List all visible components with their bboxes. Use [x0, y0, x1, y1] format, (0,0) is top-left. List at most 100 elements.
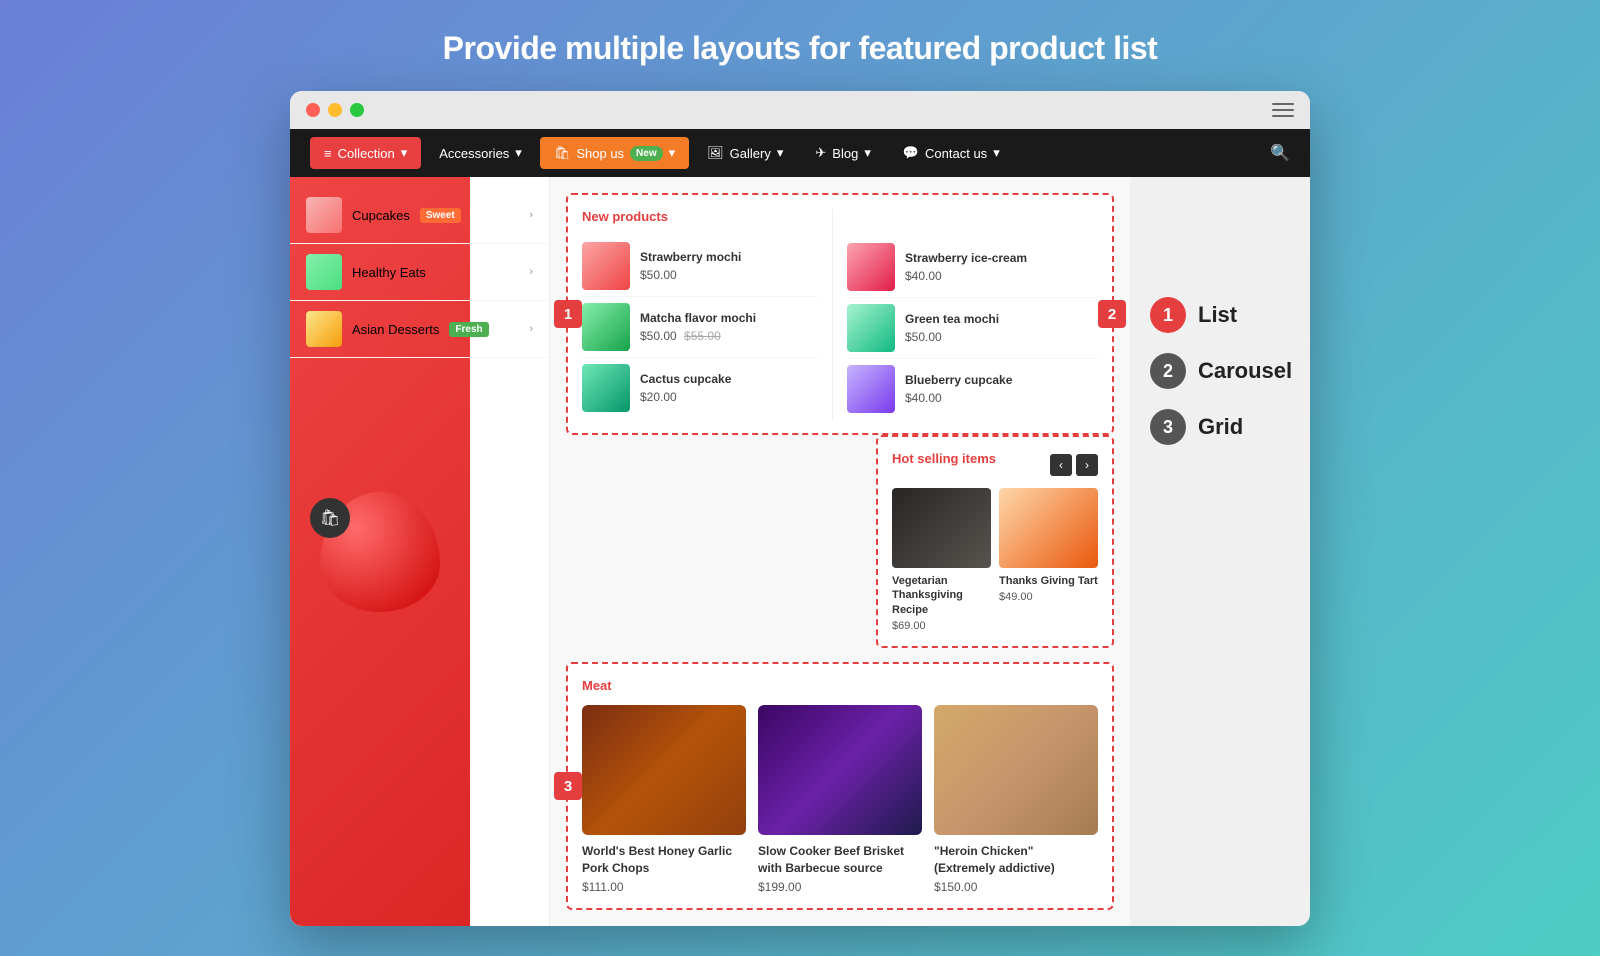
gallery-icon: 🖼	[707, 145, 724, 161]
sidebar-item-label: Asian Desserts	[352, 322, 439, 337]
right-panel: 1 List 2 Carousel 3 Grid	[1130, 177, 1310, 926]
minimize-dot[interactable]	[328, 103, 342, 117]
shop-icon: 🛍	[554, 145, 571, 161]
hot-item-thanksgiving[interactable]: Vegetarian Thanksgiving Recipe $69.00	[892, 488, 991, 632]
cactus-thumb	[582, 364, 630, 412]
chevron-down-icon: ▾	[864, 145, 871, 161]
sidebar-item-label: Cupcakes	[352, 208, 410, 223]
product-item-cactus[interactable]: Cactus cupcake $20.00	[582, 358, 818, 418]
close-dot[interactable]	[306, 103, 320, 117]
layout-label-carousel: Carousel	[1198, 358, 1292, 384]
new-products-right-col: Strawberry ice-cream $40.00 Green tea mo…	[847, 209, 1098, 419]
chevron-down-icon: ▾	[777, 145, 784, 161]
list-icon: ≡	[324, 146, 332, 161]
product-name: Matcha flavor mochi	[640, 311, 756, 327]
nav-item-contact[interactable]: 💬 Contact us ▾	[889, 137, 1014, 169]
meat-item-name: "Heroin Chicken" (Extremely addictive)	[934, 843, 1098, 877]
meat-item-price: $150.00	[934, 880, 1098, 894]
sidebar-item-cupcakes[interactable]: Cupcakes Sweet ›	[290, 187, 549, 244]
beef-image	[758, 705, 922, 835]
layout-option-list[interactable]: 1 List	[1150, 297, 1290, 333]
product-name: Cactus cupcake	[640, 372, 731, 388]
layout-label-grid: Grid	[1198, 414, 1243, 440]
pork-image	[582, 705, 746, 835]
product-item-strawberry-ice[interactable]: Strawberry ice-cream $40.00	[847, 237, 1098, 298]
new-products-title: New products	[582, 209, 818, 224]
strawberry-thumb	[582, 242, 630, 290]
sidebar-item-asian[interactable]: Asian Desserts Fresh ›	[290, 301, 549, 358]
badge-3: 3	[554, 772, 582, 800]
matcha-thumb	[582, 303, 630, 351]
meat-item-chicken[interactable]: "Heroin Chicken" (Extremely addictive) $…	[934, 705, 1098, 895]
layout-option-carousel[interactable]: 2 Carousel	[1150, 353, 1290, 389]
new-products-section: 1 New products Strawberry mochi $50.00	[566, 193, 1114, 435]
product-item-green-tea[interactable]: Green tea mochi $50.00	[847, 298, 1098, 359]
blog-icon: ✈	[815, 145, 826, 161]
hamburger-line	[1272, 115, 1294, 117]
nav-item-accessories[interactable]: Accessories ▾	[425, 137, 536, 169]
product-name: Green tea mochi	[905, 312, 999, 328]
chevron-right-icon: ›	[529, 209, 533, 221]
fresh-tag: Fresh	[449, 322, 488, 337]
two-col-layout: New products Strawberry mochi $50.00	[582, 209, 1098, 419]
meat-item-price: $199.00	[758, 880, 922, 894]
blueberry-thumb	[847, 365, 895, 413]
sweet-tag: Sweet	[420, 208, 461, 223]
new-badge: New	[630, 146, 663, 161]
tart-image	[999, 488, 1098, 568]
sidebar-item-label: Healthy Eats	[352, 265, 426, 280]
sidebar-item-healthy[interactable]: Healthy Eats ›	[290, 244, 549, 301]
meat-grid: World's Best Honey Garlic Pork Chops $11…	[582, 705, 1098, 895]
browser-dots	[306, 103, 364, 117]
hot-item-price: $49.00	[999, 591, 1098, 603]
asian-image	[306, 311, 342, 347]
chevron-down-icon: ▾	[401, 145, 408, 161]
hot-item-tart[interactable]: Thanks Giving Tart $49.00	[999, 488, 1098, 632]
layout-num-2: 2	[1150, 353, 1186, 389]
meat-item-beef[interactable]: Slow Cooker Beef Brisket with Barbecue s…	[758, 705, 922, 895]
badge-1: 1	[554, 300, 582, 328]
page-title: Provide multiple layouts for featured pr…	[443, 30, 1158, 67]
layout-num-3: 3	[1150, 409, 1186, 445]
layout-option-grid[interactable]: 3 Grid	[1150, 409, 1290, 445]
browser-window: ≡ Collection ▾ Accessories ▾ 🛍 Shop us N…	[290, 91, 1310, 926]
carousel-next-button[interactable]: ›	[1076, 454, 1098, 476]
product-info: Blueberry cupcake $40.00	[905, 373, 1012, 405]
product-info: Strawberry ice-cream $40.00	[905, 251, 1027, 283]
chevron-right-icon: ›	[529, 266, 533, 278]
layout-num-1: 1	[1150, 297, 1186, 333]
product-price: $40.00	[905, 391, 1012, 405]
product-item-matcha[interactable]: Matcha flavor mochi $50.00 $55.00	[582, 297, 818, 358]
healthy-image	[306, 254, 342, 290]
hot-item-name: Vegetarian Thanksgiving Recipe	[892, 574, 991, 617]
meat-item-pork[interactable]: World's Best Honey Garlic Pork Chops $11…	[582, 705, 746, 895]
nav-item-gallery[interactable]: 🖼 Gallery ▾	[693, 137, 797, 169]
product-name: Strawberry mochi	[640, 250, 741, 266]
nav-label: Blog	[832, 146, 858, 161]
nav-label: Gallery	[730, 146, 771, 161]
badge-2: 2	[1098, 300, 1126, 328]
carousel-prev-button[interactable]: ‹	[1050, 454, 1072, 476]
chevron-down-icon: ▾	[993, 145, 1000, 161]
main-wrapper: Cupcakes Sweet › Healthy Eats › Asian De…	[290, 177, 1310, 926]
green-tea-thumb	[847, 304, 895, 352]
search-icon[interactable]: 🔍	[1270, 143, 1290, 163]
nav-item-collection[interactable]: ≡ Collection ▾	[310, 137, 421, 169]
hot-selling-section: Hot selling items ‹ › Vegetarian Thanksg…	[876, 435, 1114, 648]
product-info: Matcha flavor mochi $50.00 $55.00	[640, 311, 756, 343]
shopify-badge[interactable]: 🛍	[310, 498, 350, 538]
hamburger-icon[interactable]	[1272, 103, 1294, 117]
nav-label: Accessories	[439, 146, 509, 161]
hot-item-price: $69.00	[892, 620, 991, 632]
nav-item-shop-us[interactable]: 🛍 Shop us New ▾	[540, 137, 689, 169]
meat-item-name: Slow Cooker Beef Brisket with Barbecue s…	[758, 843, 922, 877]
meat-section: 3 Meat World's Best Honey Garlic Pork Ch…	[566, 662, 1114, 911]
product-item-strawberry[interactable]: Strawberry mochi $50.00	[582, 236, 818, 297]
product-price: $40.00	[905, 269, 1027, 283]
product-price: $50.00	[905, 330, 999, 344]
hamburger-line	[1272, 103, 1294, 105]
nav-item-blog[interactable]: ✈ Blog ▾	[801, 137, 884, 169]
product-item-blueberry[interactable]: Blueberry cupcake $40.00	[847, 359, 1098, 419]
maximize-dot[interactable]	[350, 103, 364, 117]
product-name: Strawberry ice-cream	[905, 251, 1027, 267]
